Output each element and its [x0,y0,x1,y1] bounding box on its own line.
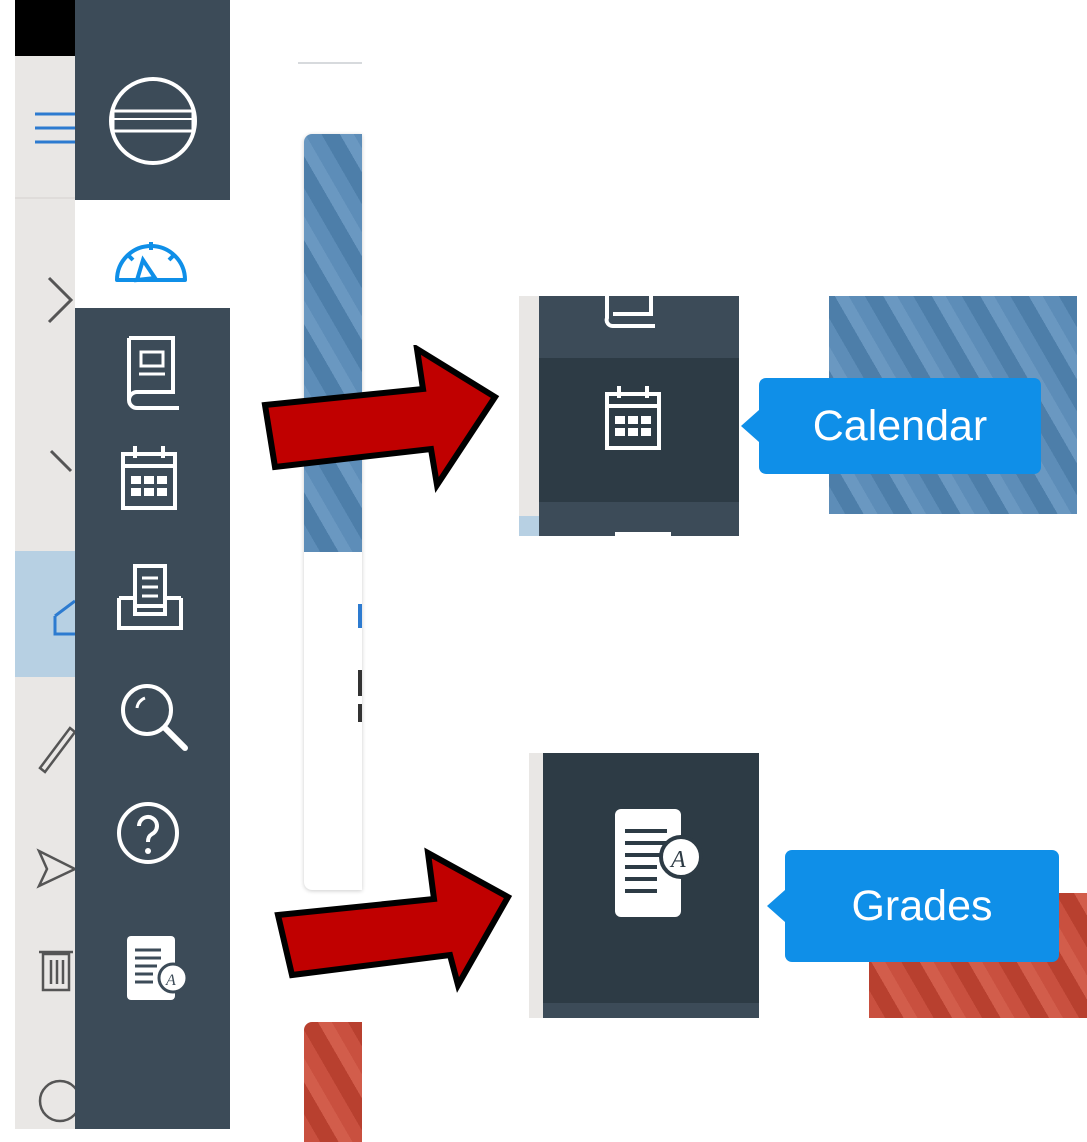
course-title-fragment [358,604,362,628]
nav-dashboard[interactable] [75,200,230,308]
content-divider [298,62,362,64]
red-arrow-grades [274,847,513,993]
calendar-icon [121,446,177,510]
course-card[interactable] [304,134,362,890]
help-icon [117,802,179,864]
grades-tooltip: Grades [767,850,1059,962]
zoom2-left-strip [529,753,543,1018]
chevron-down-icon [49,449,73,473]
inbox-tray-icon [53,599,75,636]
svg-text:A: A [669,847,686,873]
zoom-left-highlight [519,516,539,536]
hamburger-icon [35,112,75,144]
zoom-callout-calendar: Calendar [519,296,1077,536]
nav-grades[interactable]: A [75,918,230,1018]
block-icon [38,1079,75,1123]
nav-inbox[interactable] [75,550,230,645]
trash-icon [39,950,73,992]
courses-book-icon [127,336,179,410]
nav-search[interactable] [75,668,230,763]
zoom-grades-icon: A [615,809,703,917]
zoom-calendar-icon [605,386,661,450]
calendar-tooltip: Calendar [741,378,1041,474]
course-term-fragment [358,704,362,722]
app-left-toolbar-icons [15,112,75,1123]
send-icon [36,848,75,889]
inbox-icon [117,564,183,630]
zoom-book-icon [604,296,655,328]
top-black-bar [15,0,75,56]
global-navigation: A [75,0,230,1129]
zoom2-nav-bottom [543,1003,759,1018]
account-avatar-icon [109,77,197,165]
zoom-callout-grades: A Grades [529,753,1087,1018]
nav-calendar[interactable] [75,430,230,530]
nav-courses[interactable] [75,318,230,413]
nav-account[interactable] [75,77,230,188]
nav-help[interactable] [75,790,230,880]
dashboard-icon [115,242,187,283]
chevron-right-icon [47,276,74,324]
zoom-next-icon-fragment [615,532,671,536]
grades-icon: A [127,936,189,1000]
course-card-second[interactable] [304,1022,362,1142]
zoom-left-strip [519,296,539,536]
pencil-icon [38,726,75,774]
course-subtitle-fragment [358,670,362,696]
red-arrow-calendar [261,345,500,494]
search-icon [121,684,188,751]
svg-text:A: A [165,972,176,989]
